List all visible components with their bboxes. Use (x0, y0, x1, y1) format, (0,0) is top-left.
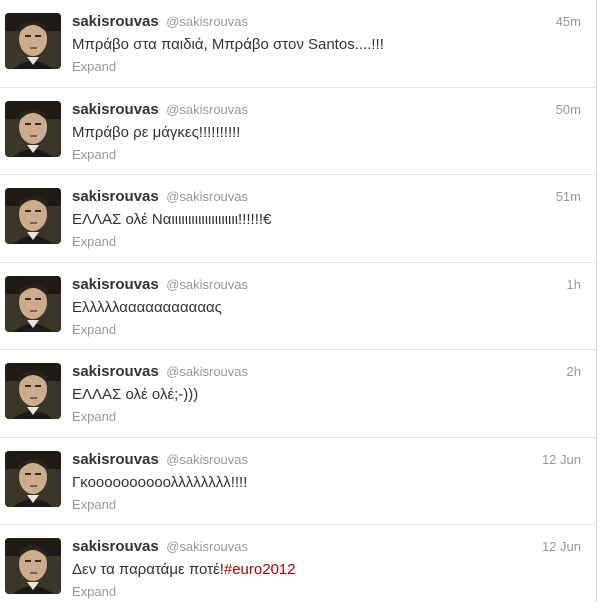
tweet-header: sakisrouvas @sakisrouvas 1h (72, 276, 581, 296)
tweet-header: sakisrouvas @sakisrouvas 51m (72, 188, 581, 208)
user-fullname[interactable]: sakisrouvas (72, 188, 159, 205)
user-avatar[interactable] (5, 13, 61, 69)
tweet-item[interactable]: sakisrouvas @sakisrouvas 2h ΕΛΛΑΣ ολέ ολ… (0, 350, 596, 438)
avatar-photo-icon (5, 13, 61, 69)
tweet-text: ΕΛΛΑΣ ολέ ολέ;-))) (72, 386, 581, 403)
expand-link[interactable]: Expand (72, 497, 116, 512)
tweet-text-body: ΕΛΛΑΣ ολέ ολέ;-))) (72, 386, 199, 403)
tweet-header: sakisrouvas @sakisrouvas 45m (72, 13, 581, 33)
tweet-text: ΕΛΛΑΣ ολέ Ναιιιιιιιιιιιιιιιιιιιι!!!!!!€ (72, 211, 581, 228)
user-avatar[interactable] (5, 100, 61, 157)
tweet-item[interactable]: sakisrouvas @sakisrouvas 12 Jun Δεν τα π… (0, 525, 596, 613)
avatar-photo-icon (5, 100, 61, 157)
tweet-header: sakisrouvas @sakisrouvas 2h (72, 363, 581, 383)
user-fullname[interactable]: sakisrouvas (72, 363, 159, 380)
user-handle[interactable]: @sakisrouvas (166, 14, 248, 29)
tweet-header: sakisrouvas @sakisrouvas 12 Jun (72, 451, 581, 471)
avatar-photo-icon (5, 450, 61, 507)
tweet-timestamp[interactable]: 45m (556, 14, 581, 29)
user-handle[interactable]: @sakisrouvas (166, 539, 248, 554)
expand-link[interactable]: Expand (72, 322, 116, 337)
user-handle[interactable]: @sakisrouvas (166, 452, 248, 467)
user-avatar[interactable] (5, 363, 61, 419)
avatar-photo-icon (5, 363, 61, 419)
tweet-item[interactable]: sakisrouvas @sakisrouvas 51m ΕΛΛΑΣ ολέ Ν… (0, 175, 596, 263)
user-handle[interactable]: @sakisrouvas (166, 189, 248, 204)
tweet-text-body: Ελλλλλααααααααααας (72, 298, 222, 316)
tweet-item[interactable]: sakisrouvas @sakisrouvas 12 Jun Γκοοοοοο… (0, 438, 596, 525)
tweet-timestamp[interactable]: 51m (556, 189, 581, 204)
tweet-timestamp[interactable]: 2h (567, 364, 581, 379)
tweet-text: Μπράβο ρε μάγκες!!!!!!!!!! (72, 124, 581, 141)
tweet-text: Μπράβο στα παιδιά, Μπράβο στον Santos...… (72, 36, 581, 53)
tweet-item[interactable]: sakisrouvas @sakisrouvas 45m Μπράβο στα … (0, 0, 596, 88)
expand-link[interactable]: Expand (72, 147, 116, 162)
tweet-item[interactable]: sakisrouvas @sakisrouvas 1h Ελλλλλαααααα… (0, 263, 596, 350)
avatar-photo-icon (5, 275, 61, 332)
tweet-text-body: Γκοοοοοοοοοολλλλλλλλ!!!! (72, 473, 248, 491)
user-fullname[interactable]: sakisrouvas (72, 538, 159, 555)
tweet-timestamp[interactable]: 12 Jun (542, 539, 581, 554)
tweet-timeline: sakisrouvas @sakisrouvas 45m Μπράβο στα … (0, 0, 597, 602)
avatar-photo-icon (5, 188, 61, 244)
expand-link[interactable]: Expand (72, 59, 116, 74)
tweet-text: Ελλλλλααααααααααας (72, 299, 581, 316)
user-avatar[interactable] (5, 188, 61, 244)
tweet-text-body: Μπράβο στα παιδιά, Μπράβο στον Santos...… (72, 36, 384, 53)
tweet-text-body: ΕΛΛΑΣ ολέ Ναιιιιιιιιιιιιιιιιιιιι!!!!!!€ (72, 211, 272, 228)
user-handle[interactable]: @sakisrouvas (166, 102, 248, 117)
tweet-timestamp[interactable]: 50m (556, 102, 581, 117)
user-handle[interactable]: @sakisrouvas (166, 364, 248, 379)
tweet-header: sakisrouvas @sakisrouvas 50m (72, 101, 581, 121)
user-handle[interactable]: @sakisrouvas (166, 277, 248, 292)
tweet-timestamp[interactable]: 1h (567, 277, 581, 292)
user-fullname[interactable]: sakisrouvas (72, 13, 159, 30)
user-fullname[interactable]: sakisrouvas (72, 451, 159, 468)
tweet-header: sakisrouvas @sakisrouvas 12 Jun (72, 538, 581, 558)
tweet-text-body: Δεν τα παρατάμε ποτέ! (72, 561, 224, 578)
expand-link[interactable]: Expand (72, 234, 116, 249)
user-avatar[interactable] (5, 450, 61, 507)
tweet-text: Δεν τα παρατάμε ποτέ!#euro2012 (72, 561, 581, 578)
hashtag-link[interactable]: #euro2012 (224, 561, 296, 578)
avatar-photo-icon (5, 538, 61, 594)
user-fullname[interactable]: sakisrouvas (72, 276, 159, 293)
user-avatar[interactable] (5, 275, 61, 332)
tweet-text: Γκοοοοοοοοοολλλλλλλλ!!!! (72, 474, 581, 491)
user-fullname[interactable]: sakisrouvas (72, 101, 159, 118)
expand-link[interactable]: Expand (72, 584, 116, 599)
tweet-timestamp[interactable]: 12 Jun (542, 452, 581, 467)
expand-link[interactable]: Expand (72, 409, 116, 424)
tweet-text-body: Μπράβο ρε μάγκες!!!!!!!!!! (72, 123, 241, 141)
user-avatar[interactable] (5, 538, 61, 594)
tweet-item[interactable]: sakisrouvas @sakisrouvas 50m Μπράβο ρε μ… (0, 88, 596, 175)
